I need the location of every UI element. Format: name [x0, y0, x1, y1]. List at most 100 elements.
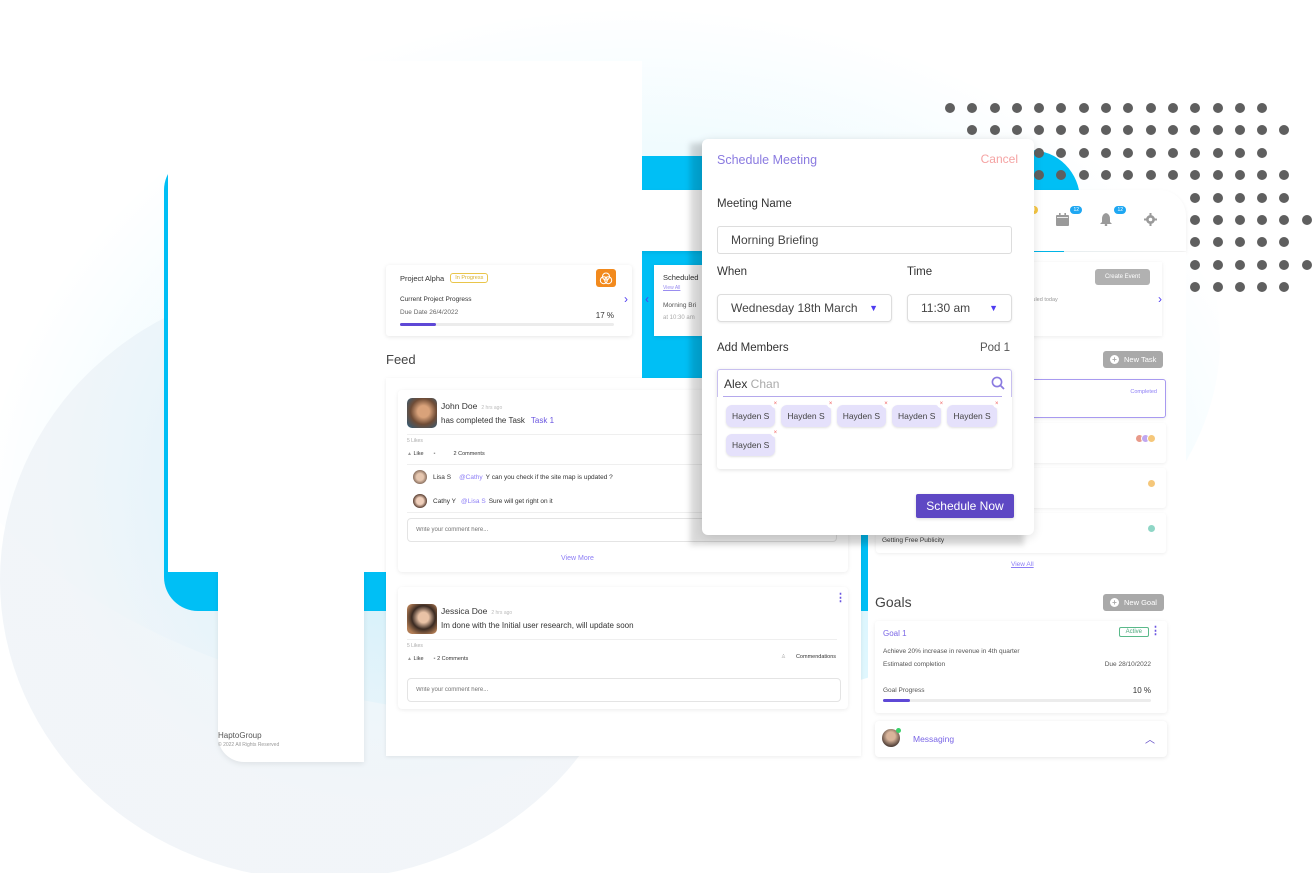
- new-goal-button[interactable]: + New Goal: [1103, 594, 1164, 611]
- decorative-dot: [1190, 147, 1201, 158]
- meeting-name-input[interactable]: [717, 226, 1012, 254]
- decorative-dot: [1056, 170, 1067, 181]
- member-chip[interactable]: Hayden S ×: [947, 400, 1001, 427]
- plus-icon: +: [1110, 355, 1119, 364]
- decorative-dot: [1212, 170, 1223, 181]
- decorative-dot: [1279, 125, 1290, 136]
- assignee-avatar: [1147, 524, 1156, 533]
- calendar-button[interactable]: 12: [1056, 206, 1082, 227]
- remove-member-icon[interactable]: ×: [771, 400, 780, 408]
- messaging-label: Messaging: [913, 734, 955, 744]
- new-task-button[interactable]: + New Task: [1103, 351, 1164, 368]
- decorative-dot: [1101, 125, 1112, 136]
- cancel-button[interactable]: Cancel: [981, 152, 1018, 166]
- decorative-dot: [1279, 215, 1290, 225]
- copyright-icon: ©: [218, 742, 222, 748]
- decorative-dot: [989, 103, 1000, 113]
- decorative-dot: [1078, 125, 1089, 136]
- goal-description: Achieve 20% increase in revenue in 4th q…: [883, 648, 1020, 655]
- event-carousel-next-arrow[interactable]: ›: [1158, 292, 1162, 306]
- likes-count: 5 Likes: [407, 643, 423, 649]
- calendar-badge: 12: [1070, 206, 1082, 214]
- remove-member-icon[interactable]: ×: [826, 400, 835, 408]
- decorative-dot: [1212, 192, 1223, 203]
- decorative-dot: [1034, 103, 1045, 113]
- thumbs-up-icon: ▲: [407, 656, 412, 662]
- notifications-badge: 12: [1114, 206, 1126, 214]
- schedule-carousel-prev-arrow[interactable]: ‹: [645, 292, 649, 306]
- member-chip[interactable]: Hayden S ×: [892, 400, 946, 427]
- remove-member-icon[interactable]: ×: [992, 400, 1001, 408]
- member-chip[interactable]: Hayden S ×: [726, 429, 780, 456]
- decorative-dot: [1212, 125, 1223, 136]
- project-name: Project Alpha: [400, 273, 445, 283]
- goal-menu-button[interactable]: ⋮: [1150, 624, 1161, 637]
- decorative-dot: [1145, 147, 1156, 158]
- date-select[interactable]: Wednesday 18th March ▼: [717, 294, 892, 322]
- decorative-dot: [1056, 103, 1067, 113]
- like-button[interactable]: ▲ Like: [407, 451, 424, 457]
- goal-progress-fill: [883, 699, 910, 702]
- decorative-dot: [1190, 192, 1201, 203]
- post-text: has completed the Task Task 1: [441, 416, 555, 425]
- view-more-link[interactable]: View More: [561, 555, 594, 562]
- decorative-dot: [1101, 147, 1112, 158]
- decorative-dot: [1190, 259, 1201, 270]
- like-button[interactable]: ▲ Like: [407, 656, 424, 662]
- comment-input[interactable]: [407, 678, 841, 702]
- time-select[interactable]: 11:30 am ▼: [907, 294, 1012, 322]
- remove-member-icon[interactable]: ×: [771, 429, 780, 437]
- status-badge: In Progress: [450, 273, 489, 283]
- post-author[interactable]: Jessica Doe 2 hrs ago: [441, 606, 512, 616]
- mention-link[interactable]: @Cathy: [459, 474, 483, 481]
- time-label: Time: [907, 266, 933, 278]
- feed-post: Jessica Doe 2 hrs ago Im done with the In…: [398, 587, 848, 709]
- carousel-next-arrow[interactable]: ›: [624, 292, 628, 306]
- notifications-button[interactable]: 12: [1100, 206, 1126, 227]
- remove-member-icon[interactable]: ×: [882, 400, 891, 408]
- feed-title: Feed: [386, 352, 416, 367]
- decorative-dot: [1257, 282, 1268, 293]
- settings-button[interactable]: [1144, 213, 1160, 227]
- bell-icon: [1100, 213, 1112, 227]
- dot-row: [1190, 192, 1301, 203]
- decorative-dot: [1190, 125, 1201, 136]
- mention-link[interactable]: @Lisa S: [461, 498, 486, 505]
- progress-percent: 17 %: [595, 311, 614, 320]
- schedule-meeting-dialog: Schedule Meeting Cancel Meeting Name Whe…: [702, 139, 1034, 535]
- goal-card[interactable]: Goal 1 Active ⋮ Achieve 20% increase in …: [875, 621, 1167, 713]
- decorative-dot: [1301, 215, 1312, 225]
- goal-name: Goal 1: [883, 629, 907, 638]
- goal-due-date: Due 28/10/2022: [1104, 661, 1151, 668]
- post-author[interactable]: John Doe 2 hrs ago: [441, 401, 502, 411]
- member-chip[interactable]: Hayden S ×: [836, 400, 891, 427]
- project-card[interactable]: Project Alpha In Progress Current Projec…: [386, 265, 632, 336]
- plus-icon: +: [1110, 598, 1119, 607]
- member-search-input[interactable]: Alex Chan: [717, 369, 1012, 397]
- commenter-avatar: [413, 494, 427, 508]
- comment: Lisa S @Cathy Y can you check if the sit…: [413, 470, 613, 484]
- commenter-avatar: [413, 470, 427, 484]
- comments-button[interactable]: ▪ 2 Comments: [434, 656, 469, 662]
- scheduled-view-all-link[interactable]: View All: [663, 285, 680, 291]
- member-chip[interactable]: Hayden S ×: [781, 400, 835, 427]
- commendations-button[interactable]: ♙ Commendations: [781, 654, 836, 660]
- post-menu-button[interactable]: ⋮: [835, 591, 846, 604]
- decorative-dot: [1190, 237, 1201, 248]
- schedule-now-button[interactable]: Schedule Now: [916, 494, 1014, 518]
- create-event-button[interactable]: Create Event: [1094, 269, 1150, 285]
- comments-button[interactable]: 2 Comments: [454, 451, 485, 457]
- messaging-panel[interactable]: Messaging ︿: [875, 721, 1167, 757]
- search-icon[interactable]: [991, 376, 1005, 393]
- remove-member-icon[interactable]: ×: [937, 400, 946, 408]
- task-link[interactable]: Task 1: [531, 416, 554, 425]
- decorative-dot: [1212, 215, 1223, 225]
- post-actions: ▲ Like ▪ 2 Comments: [407, 656, 468, 662]
- task-assignees: [1147, 479, 1156, 488]
- chevron-up-icon[interactable]: ︿: [1145, 731, 1155, 746]
- decorative-dot: [1101, 103, 1112, 113]
- tasks-view-all-link[interactable]: View All: [1011, 561, 1034, 568]
- member-chip[interactable]: Hayden S ×: [726, 400, 780, 427]
- decorative-dot: [1123, 125, 1134, 136]
- comment-icon: ▪: [433, 656, 436, 662]
